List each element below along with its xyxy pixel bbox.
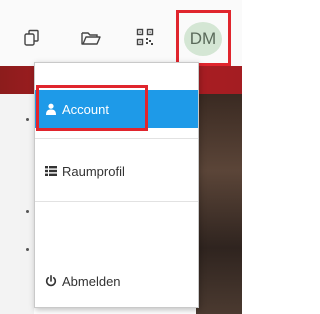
user-avatar[interactable]: DM [184, 22, 222, 56]
user-dropdown-menu: Account Raumprofil Abmelden [34, 62, 199, 308]
copy-icon[interactable] [22, 28, 44, 50]
menu-item-label: Raumprofil [62, 163, 125, 179]
qr-code-icon[interactable] [136, 28, 158, 50]
top-toolbar: DM [0, 0, 242, 66]
page-left-content [0, 94, 34, 314]
menu-divider [35, 138, 198, 139]
menu-item-label: Account [62, 101, 109, 117]
menu-item-account[interactable]: Account [35, 90, 198, 128]
menu-item-raumprofil[interactable]: Raumprofil [35, 152, 198, 190]
page-right-image [196, 94, 242, 314]
list-bullet [26, 210, 29, 213]
list-bullet [26, 248, 29, 251]
list-bullet [26, 118, 29, 121]
power-icon [45, 275, 57, 287]
list-icon [45, 165, 57, 177]
screen: { "toolbar": { "icons": ["copy-icon", "f… [0, 0, 242, 314]
menu-divider [35, 201, 198, 202]
menu-item-label: Abmelden [62, 273, 121, 289]
user-icon [45, 103, 57, 115]
folder-open-icon[interactable] [80, 28, 102, 50]
menu-item-abmelden[interactable]: Abmelden [35, 262, 198, 300]
